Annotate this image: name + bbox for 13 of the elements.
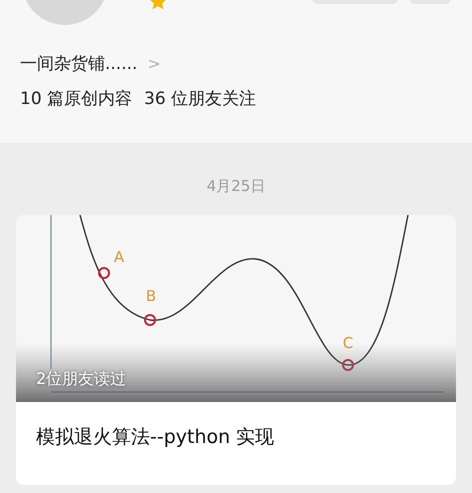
article-title: 模拟退火算法--python 实现 [35, 425, 276, 450]
profile-bio[interactable]: 一间杂货铺...... [20, 52, 138, 75]
point-label: B [146, 287, 156, 305]
date-label: 4月25日 [206, 177, 266, 196]
profile-stat: 36 位朋友关注 [144, 88, 256, 110]
point-label: C [342, 334, 354, 352]
read-count: 2位朋友读过 [36, 369, 126, 390]
point-marker [144, 314, 156, 326]
profile-stat: 10 篇原创内容 [20, 88, 132, 110]
article-card[interactable]: A B C 2位朋友读过 模拟退火算法--python 实现 [16, 215, 456, 485]
chevron-icon: > [147, 54, 161, 73]
point-marker [98, 267, 110, 279]
point-label: A [114, 248, 124, 266]
